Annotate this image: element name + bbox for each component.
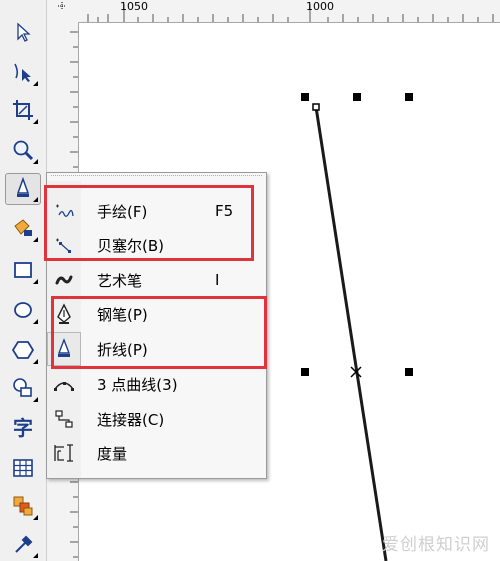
text-tool-glyph: 字 bbox=[13, 415, 33, 440]
selection-handle-middle-left[interactable] bbox=[301, 368, 309, 376]
selection-handle-top-right[interactable] bbox=[405, 93, 413, 101]
ellipse-tool[interactable] bbox=[6, 294, 40, 326]
pointer-icon bbox=[17, 22, 31, 42]
polygon-tool[interactable] bbox=[6, 334, 40, 366]
menu-item-label: 连接器(C) bbox=[97, 410, 165, 429]
flyout-indicator bbox=[33, 81, 38, 86]
flyout-indicator bbox=[33, 515, 38, 520]
zoom-tool[interactable] bbox=[6, 134, 40, 166]
menu-item-shortcut: I bbox=[215, 271, 220, 289]
ruler-origin-corner[interactable] bbox=[46, 0, 79, 23]
menu-item-label: 3 点曲线(3) bbox=[97, 375, 178, 394]
flyout-indicator bbox=[33, 119, 38, 124]
three-point-curve-icon bbox=[54, 382, 74, 391]
text-tool[interactable]: 字 bbox=[6, 410, 40, 442]
flyout-indicator bbox=[33, 197, 38, 202]
menu-item-artistic-media[interactable]: 艺术笔 I bbox=[47, 263, 266, 297]
horizontal-ruler[interactable]: 1050 1000 bbox=[78, 0, 500, 23]
crop-icon bbox=[13, 100, 33, 120]
rectangle-tool[interactable] bbox=[6, 254, 40, 286]
curve-tool[interactable] bbox=[5, 173, 41, 205]
blend-icon bbox=[13, 496, 33, 516]
menu-tear-off-grip[interactable] bbox=[51, 175, 262, 180]
ruler-label-1000: 1000 bbox=[306, 0, 334, 13]
dimension-icon bbox=[54, 444, 73, 462]
selection-handle-top-left[interactable] bbox=[301, 93, 309, 101]
menu-item-label: 艺术笔 bbox=[97, 271, 143, 290]
ellipse-icon bbox=[14, 302, 32, 318]
smart-fill-icon bbox=[14, 219, 32, 236]
flyout-indicator bbox=[33, 279, 38, 284]
basic-shapes-icon bbox=[13, 378, 32, 397]
ruler-origin-icon bbox=[58, 2, 66, 10]
highlight-box-pen-polyline bbox=[51, 296, 267, 369]
eyedropper-icon bbox=[15, 535, 33, 553]
menu-item-connector[interactable]: 连接器(C) bbox=[47, 402, 266, 436]
curve-pen-icon bbox=[16, 177, 30, 197]
line-start-node[interactable] bbox=[312, 103, 320, 111]
table-icon bbox=[13, 459, 33, 477]
basic-shapes-tool[interactable] bbox=[6, 372, 40, 404]
menu-item-dimension[interactable]: 度量 bbox=[47, 436, 266, 470]
polygon-icon bbox=[11, 341, 35, 359]
flyout-indicator bbox=[33, 237, 38, 242]
eyedropper-tool[interactable] bbox=[6, 528, 40, 560]
flyout-indicator bbox=[33, 397, 38, 402]
blend-tool[interactable] bbox=[6, 490, 40, 522]
smart-fill-tool[interactable] bbox=[6, 212, 40, 244]
menu-item-three-point-curve[interactable]: 3 点曲线(3) bbox=[47, 367, 266, 401]
connector-icon bbox=[55, 410, 73, 428]
watermark: 爱创根知识网 bbox=[382, 535, 490, 555]
menu-item-label: 度量 bbox=[97, 444, 128, 463]
selection-handle-top-center[interactable] bbox=[353, 93, 361, 101]
flyout-indicator bbox=[33, 319, 38, 324]
flyout-indicator bbox=[33, 359, 38, 364]
ruler-label-1050: 1050 bbox=[120, 0, 148, 13]
rectangle-icon bbox=[14, 262, 32, 278]
artistic-media-icon bbox=[55, 275, 73, 285]
shape-tool[interactable] bbox=[6, 56, 40, 88]
selection-handle-middle-right[interactable] bbox=[405, 368, 413, 376]
highlight-box-freehand-bezier bbox=[44, 185, 254, 261]
crop-tool[interactable] bbox=[6, 94, 40, 126]
flyout-indicator bbox=[33, 159, 38, 164]
magnifier-icon bbox=[13, 140, 34, 161]
toolbox: 字 bbox=[0, 0, 47, 561]
flyout-indicator bbox=[33, 553, 38, 558]
table-tool[interactable] bbox=[6, 452, 40, 484]
shape-edit-icon bbox=[14, 63, 31, 82]
pick-tool[interactable] bbox=[6, 16, 40, 48]
